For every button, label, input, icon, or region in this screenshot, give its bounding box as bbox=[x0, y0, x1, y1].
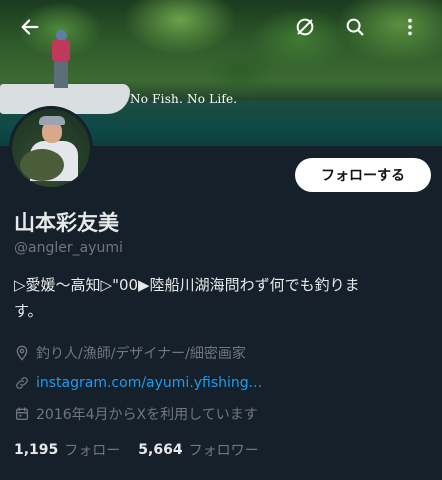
joined-text: 2016年4月からXを利用しています bbox=[36, 407, 258, 423]
profile-bio: ▷愛媛〜高知▷"00▶陸船川湖海問わず何でも釣りま す。 bbox=[14, 272, 432, 324]
bio-line-1: ▷愛媛〜高知▷"00▶陸船川湖海問わず何でも釣りま bbox=[14, 276, 360, 294]
back-button[interactable] bbox=[13, 10, 47, 44]
profile-stats: 1,195 フォロー 5,664 フォロワー bbox=[14, 440, 259, 460]
location-text: 釣り人/漁師/デザイナー/細密画家 bbox=[36, 346, 246, 362]
followers-count: 5,664 bbox=[138, 442, 183, 458]
profile-joined-date: 2016年4月からXを利用しています bbox=[14, 404, 258, 424]
bio-line-2: す。 bbox=[14, 302, 43, 320]
search-icon bbox=[346, 18, 364, 36]
more-options-button[interactable] bbox=[393, 10, 427, 44]
profile-link[interactable]: instagram.com/ayumi.yfishing... bbox=[14, 373, 262, 393]
link-icon bbox=[16, 377, 28, 389]
link-text[interactable]: instagram.com/ayumi.yfishing... bbox=[36, 375, 262, 391]
more-vertical-icon bbox=[408, 18, 412, 36]
follow-button[interactable]: フォローする bbox=[295, 158, 431, 192]
avatar[interactable] bbox=[9, 106, 93, 190]
user-handle: @angler_ayumi bbox=[14, 240, 123, 256]
following-stat[interactable]: 1,195 フォロー bbox=[14, 440, 120, 460]
cancel-icon bbox=[296, 18, 314, 36]
search-button[interactable] bbox=[338, 10, 372, 44]
cancel-button[interactable] bbox=[288, 10, 322, 44]
banner-angler bbox=[50, 30, 72, 88]
calendar-icon bbox=[16, 407, 28, 420]
back-arrow-icon bbox=[21, 19, 39, 35]
profile-location: 釣り人/漁師/デザイナー/細密画家 bbox=[14, 343, 246, 363]
followers-stat[interactable]: 5,664 フォロワー bbox=[138, 440, 258, 460]
following-label: フォロー bbox=[64, 443, 121, 459]
location-pin-icon bbox=[16, 345, 28, 361]
display-name: 山本彩友美 bbox=[14, 211, 119, 235]
banner-tagline: No Fish. No Life. bbox=[130, 92, 238, 106]
followers-label: フォロワー bbox=[188, 443, 259, 459]
following-count: 1,195 bbox=[14, 442, 59, 458]
